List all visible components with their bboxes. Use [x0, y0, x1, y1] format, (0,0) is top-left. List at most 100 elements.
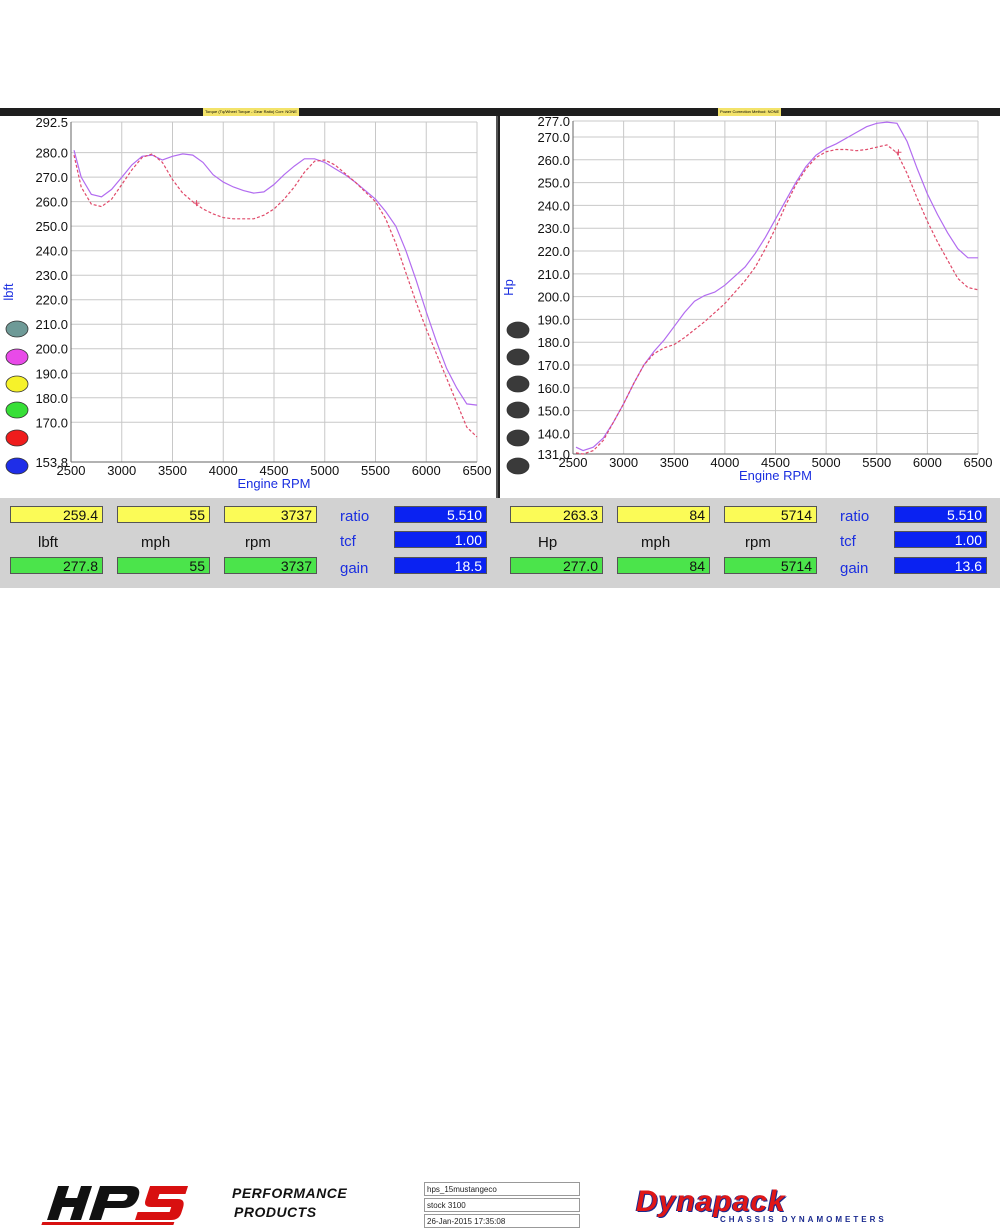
- torque-legend-swatch: [5, 348, 29, 366]
- power-cursor-mph: 84: [617, 506, 710, 523]
- power-peak-rpm: 5714: [724, 557, 817, 574]
- hps-logo: [41, 1186, 189, 1225]
- torque-y-tick: 153.8: [35, 455, 68, 470]
- torque-gain-value: 18.5: [394, 557, 487, 574]
- power-y-tick: 140.0: [537, 426, 570, 441]
- torque-y-tick: 280.0: [35, 146, 68, 161]
- footer: PERFORMANCE PRODUCTS hps_15mustangeco st…: [0, 588, 1000, 1228]
- power-legend-swatch: [506, 401, 530, 419]
- top-title-bar: [0, 108, 1000, 116]
- power-y-tick: 240.0: [537, 198, 570, 213]
- power-cursor-rpm: 5714: [724, 506, 817, 523]
- power-x-tick: 4000: [710, 455, 739, 470]
- torque-chart: 2500 3000 3500 4000 4500 5000 5500 6000 6500292.…: [1, 115, 492, 491]
- dynapack-logo: Dynapack: [636, 1185, 786, 1218]
- power-cursor-value: 263.3: [510, 506, 603, 523]
- hps-tagline: PERFORMANCE PRODUCTS: [232, 1184, 347, 1222]
- power-y-label: Hp: [501, 279, 516, 296]
- torque-y-tick: 170.0: [35, 415, 68, 430]
- torque-y-tick: 240.0: [35, 244, 68, 259]
- run-name-field: hps_15mustangeco: [424, 1182, 580, 1196]
- power-x-tick: 3000: [609, 455, 638, 470]
- torque-peak-rpm: 3737: [224, 557, 317, 574]
- torque-tcf-value: 1.00: [394, 531, 487, 548]
- power-x-label: Engine RPM: [739, 468, 812, 483]
- power-y-tick: 170.0: [537, 358, 570, 373]
- torque-x-tick: 4000: [209, 463, 238, 478]
- torque-cursor-mph: 55: [117, 506, 210, 523]
- power-gain-label: gain: [840, 560, 869, 577]
- torque-ratio-label: ratio: [340, 508, 370, 525]
- power-legend-swatch: [506, 348, 530, 366]
- power-y-tick: 150.0: [537, 404, 570, 419]
- power-x-tick: 6500: [964, 455, 993, 470]
- power-y-tick: 160.0: [537, 381, 570, 396]
- power-legend-swatch: [506, 457, 530, 475]
- torque-y-tick: 230.0: [35, 268, 68, 283]
- power-y-tick: 180.0: [537, 335, 570, 350]
- torque-chart-header: Torque (Tq/Wheel Torque - Gear Ratio) Co…: [203, 108, 299, 116]
- torque-cursor-rpm: 3737: [224, 506, 317, 523]
- run-date-field: 26-Jan-2015 17:35:08: [424, 1214, 580, 1228]
- torque-y-tick: 190.0: [35, 366, 68, 381]
- torque-x-tick: 5000: [310, 463, 339, 478]
- power-tcf-value: 1.00: [894, 531, 987, 548]
- torque-x-tick: 6500: [463, 463, 492, 478]
- torque-y-tick: 292.5: [35, 116, 68, 130]
- torque-x-tick: 5500: [361, 463, 390, 478]
- torque-y-tick: 260.0: [35, 195, 68, 210]
- torque-y-tick: 250.0: [35, 219, 68, 234]
- power-chart-header: Power Correction Method: NONE: [718, 108, 782, 116]
- torque-peak-mph: 55: [117, 557, 210, 574]
- power-mph-label: mph: [641, 534, 671, 551]
- power-ratio-label: ratio: [840, 508, 870, 525]
- power-y-tick: 250.0: [537, 176, 570, 191]
- power-y-tick: 270.0: [537, 130, 570, 145]
- torque-unit-label: lbft: [38, 534, 59, 551]
- torque-ratio-value: 5.510: [394, 506, 487, 523]
- power-y-tick: 220.0: [537, 244, 570, 259]
- torque-legend-swatch: [5, 401, 29, 419]
- torque-legend-swatch: [5, 457, 29, 475]
- torque-peak-value: 277.8: [10, 557, 103, 574]
- power-y-tick: 277.0: [537, 116, 570, 129]
- power-x-tick: 3500: [660, 455, 689, 470]
- power-x-tick: 5000: [812, 455, 841, 470]
- power-chart: 2500 3000 3500 4000 4500 5000 5500 6000 6500277.…: [501, 114, 993, 483]
- power-x-tick: 5500: [862, 455, 891, 470]
- dynapack-tagline: CHASSIS DYNAMOMETERS: [720, 1215, 887, 1224]
- torque-x-label: Engine RPM: [238, 476, 311, 491]
- torque-rpm-label: rpm: [245, 534, 271, 551]
- power-x-tick: 6000: [913, 455, 942, 470]
- torque-y-label: lbft: [1, 283, 16, 301]
- torque-legend-swatch: [5, 320, 29, 338]
- power-y-tick: 190.0: [537, 312, 570, 327]
- torque-legend-swatch: [5, 375, 29, 393]
- torque-x-tick: 3500: [158, 463, 187, 478]
- torque-y-tick: 220.0: [35, 293, 68, 308]
- torque-legend-swatch: [5, 429, 29, 447]
- power-ratio-value: 5.510: [894, 506, 987, 523]
- power-y-tick: 210.0: [537, 267, 570, 282]
- power-legend-swatch: [506, 321, 530, 339]
- torque-y-tick: 200.0: [35, 342, 68, 357]
- torque-mph-label: mph: [141, 534, 171, 551]
- power-legend-swatch: [506, 429, 530, 447]
- power-peak-value: 277.0: [510, 557, 603, 574]
- hps-tagline-line2: PRODUCTS: [234, 1204, 317, 1220]
- torque-cursor-value: 259.4: [10, 506, 103, 523]
- power-rpm-label: rpm: [745, 534, 771, 551]
- power-gain-value: 13.6: [894, 557, 987, 574]
- torque-tcf-label: tcf: [340, 533, 356, 550]
- torque-gain-label: gain: [340, 560, 369, 577]
- hps-tagline-line1: PERFORMANCE: [232, 1185, 348, 1201]
- power-y-tick: 131.0: [537, 447, 570, 462]
- power-peak-mph: 84: [617, 557, 710, 574]
- power-legend-swatch: [506, 375, 530, 393]
- torque-y-tick: 270.0: [35, 170, 68, 185]
- torque-x-tick: 6000: [412, 463, 441, 478]
- torque-chart-panel: 2500 3000 3500 4000 4500 5000 5500 6000 6500 292.…: [0, 115, 498, 498]
- torque-y-tick: 210.0: [35, 317, 68, 332]
- power-tcf-label: tcf: [840, 533, 856, 550]
- torque-y-tick: 180.0: [35, 391, 68, 406]
